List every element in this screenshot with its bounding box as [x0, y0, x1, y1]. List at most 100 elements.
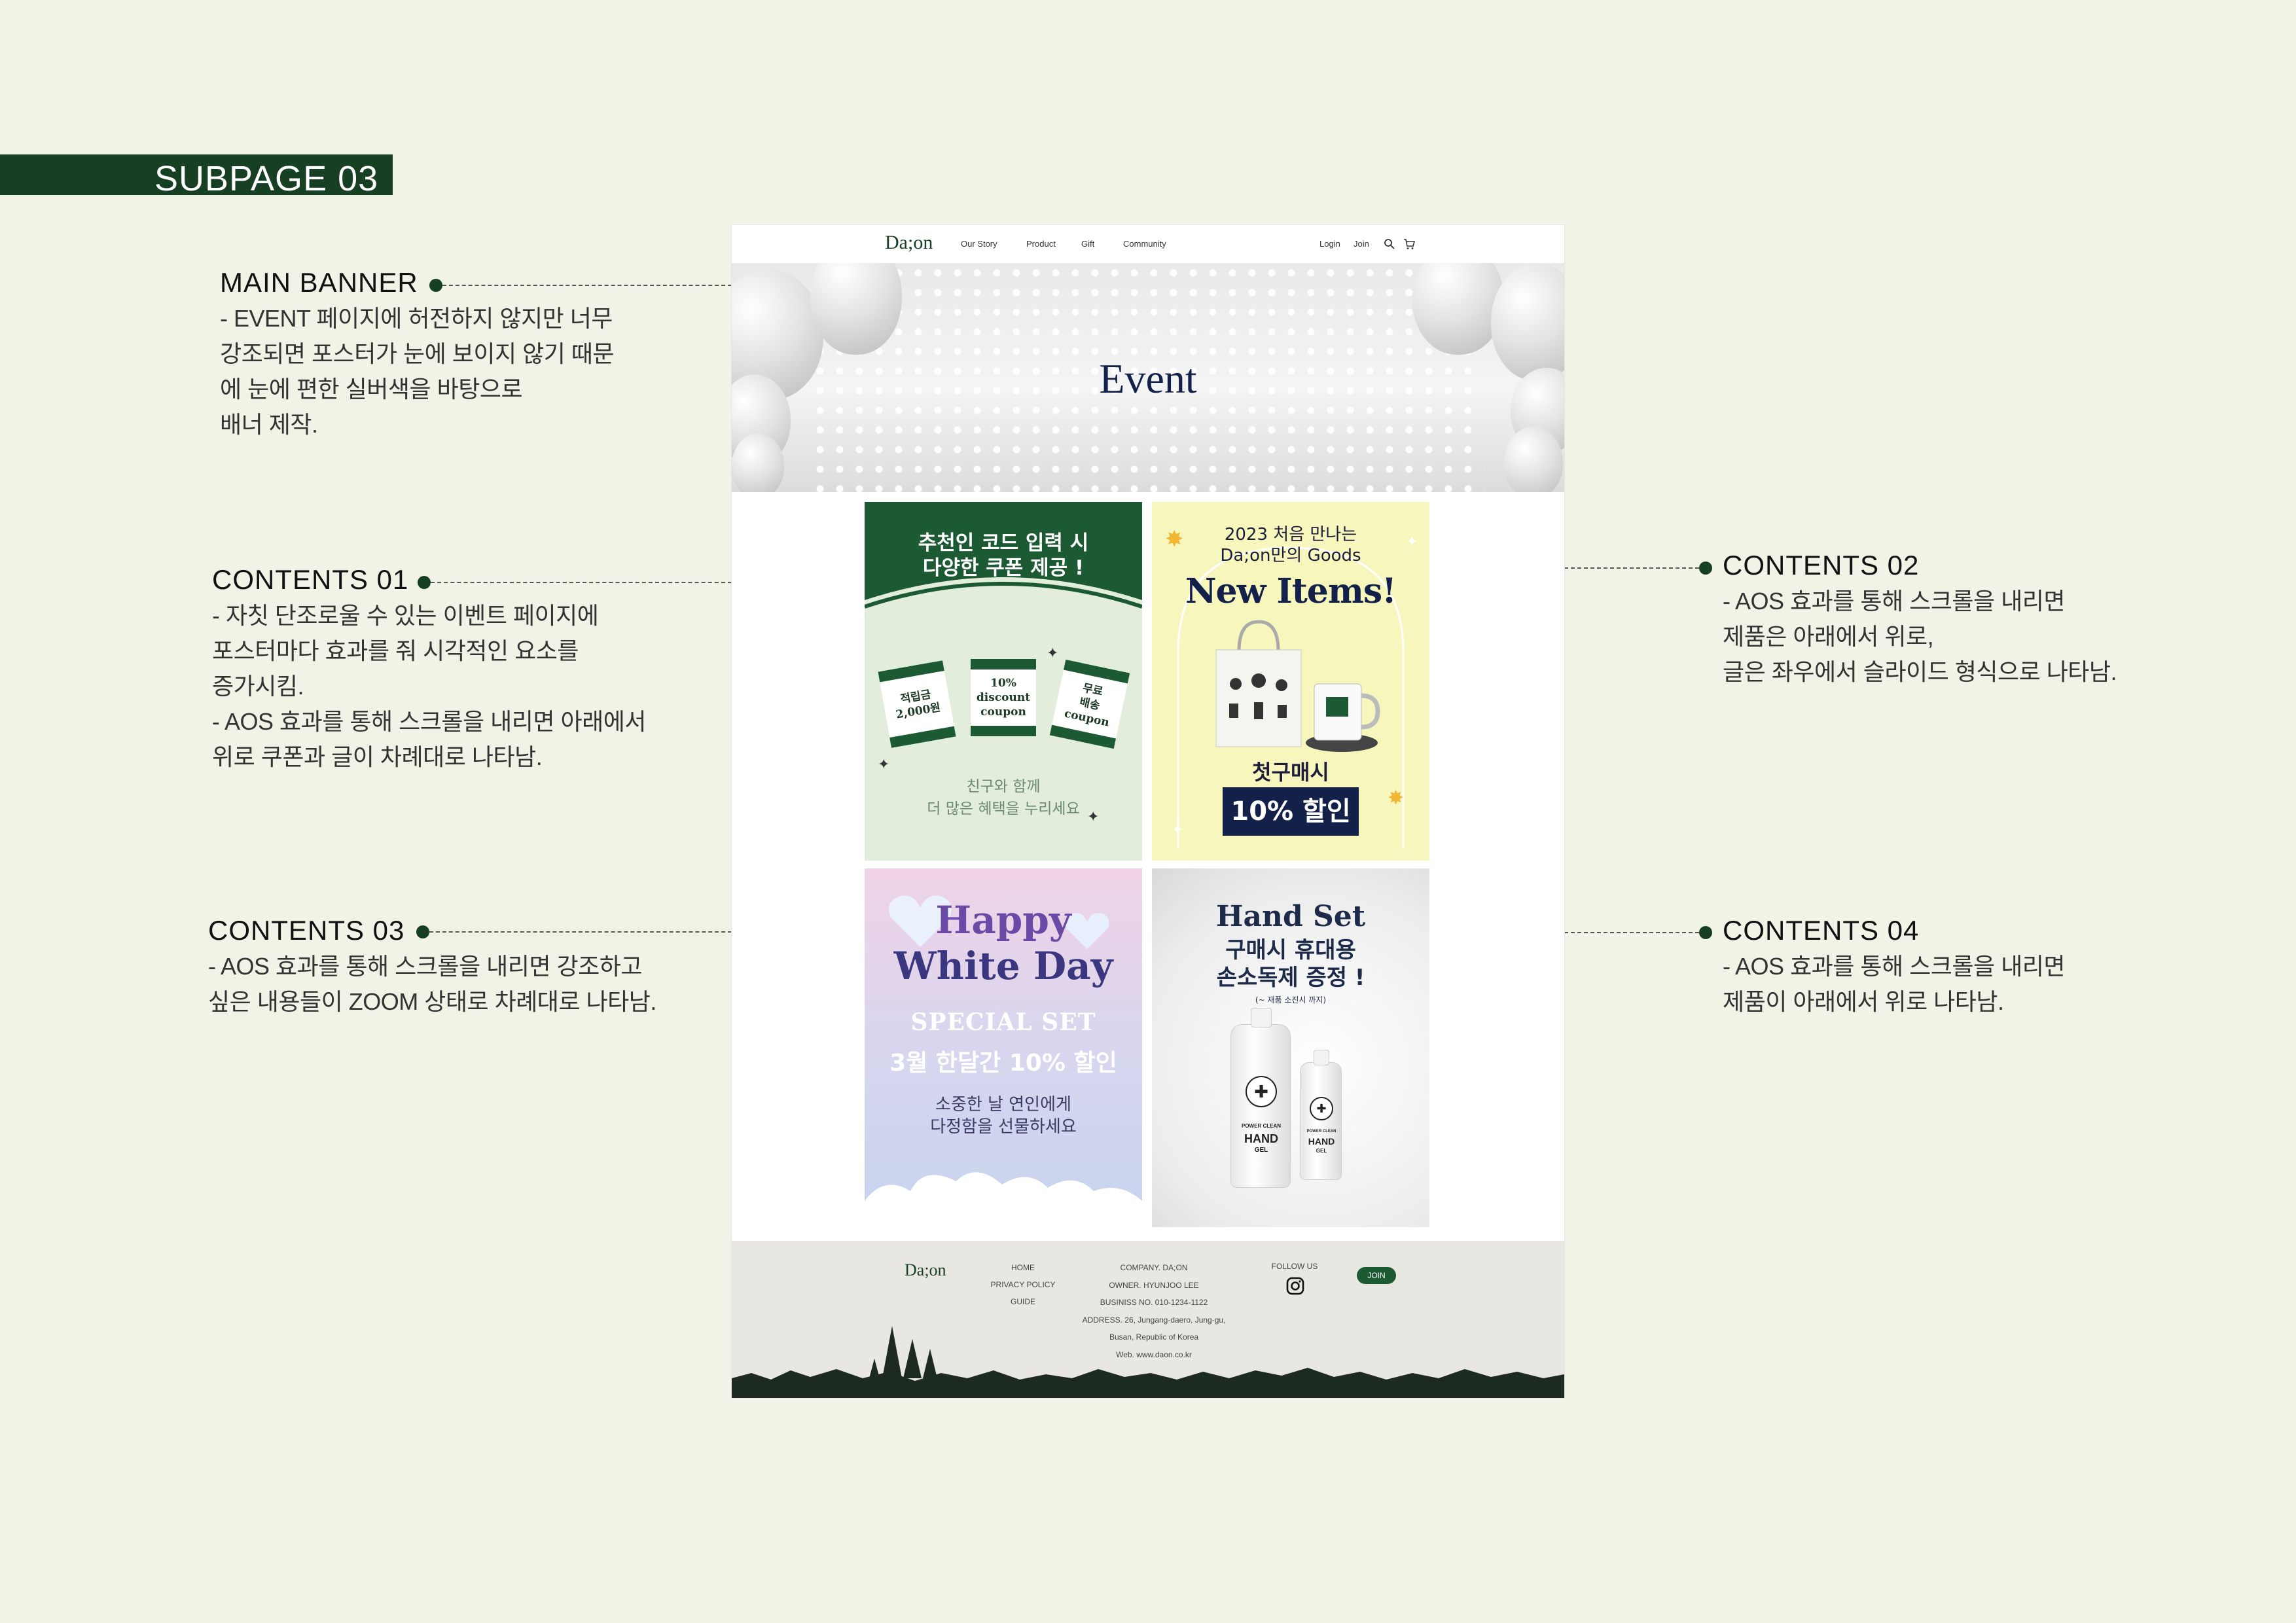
- footer-logo[interactable]: Da;on: [905, 1260, 946, 1280]
- bottle-label-brand: POWER CLEAN: [1306, 1130, 1336, 1133]
- poster-title: Happy White Day: [865, 897, 1142, 989]
- bottle-label-gel: GEL: [1254, 1147, 1268, 1154]
- subtitle-line: 2023 처음 만나는: [1224, 525, 1357, 544]
- nav-our-story[interactable]: Our Story: [961, 239, 997, 249]
- poster-headline: 추천인 코드 입력 시 다양한 쿠폰 제공 !: [865, 531, 1142, 580]
- poster-title: New Items!: [1185, 571, 1397, 611]
- footer-links: HOME PRIVACY POLICY GUIDE: [974, 1259, 1072, 1310]
- poster-title: Hand Set: [1215, 900, 1366, 933]
- annotation-contents-02: CONTENTS 02 - AOS 효과를 통해 스크롤을 내리면 제품은 아래…: [1723, 550, 2117, 690]
- instagram-icon[interactable]: [1285, 1276, 1305, 1296]
- tote-bag-image: [1215, 620, 1302, 747]
- poster-footer-text: 친구와 함께 더 많은 혜택을 누리세요: [865, 776, 1142, 820]
- title-line: Happy: [935, 898, 1071, 942]
- balloon-image: [732, 433, 784, 492]
- annotation-contents-04: CONTENTS 04 - AOS 효과를 통해 스크롤을 내리면 제품이 아래…: [1723, 915, 2065, 1020]
- annotation-line: 강조되면 포스터가 눈에 보이지 않기 때문: [220, 340, 615, 367]
- company-line: BUSINISS NO. 010-1234-1122: [1100, 1298, 1208, 1307]
- nav-product[interactable]: Product: [1026, 239, 1056, 249]
- site-logo[interactable]: Da;on: [885, 232, 933, 254]
- sparkle-icon: ✦: [1172, 821, 1184, 838]
- sparkle-icon: ✦: [1047, 645, 1059, 661]
- annotation-body: - AOS 효과를 통해 스크롤을 내리면 강조하고 싶은 내용들이 ZOOM …: [208, 949, 656, 1020]
- subpage-label: SUBPAGE 03: [154, 159, 379, 198]
- promo-text: 3월 한달간 10% 할인: [889, 1050, 1117, 1077]
- hand-gel-bottle-small: ✚ POWER CLEAN HAND GEL: [1300, 1050, 1342, 1180]
- top-nav: Da;on Our Story Product Gift Community L…: [732, 225, 1564, 263]
- annotation-line: - AOS 효과를 통해 스크롤을 내리면 아래에서: [212, 708, 646, 735]
- annotation-dot: [1699, 926, 1712, 939]
- special-set-label: SPECIAL SET: [910, 1008, 1096, 1036]
- sparkle-icon: ✸: [1388, 787, 1405, 809]
- footer-join-button[interactable]: JOIN: [1357, 1267, 1396, 1284]
- annotation-title: CONTENTS 02: [1723, 550, 1920, 580]
- cart-icon[interactable]: [1403, 238, 1415, 250]
- annotation-line: - 자칫 단조로울 수 있는 이벤트 페이지에: [212, 602, 599, 629]
- poster-subtitle: 2023 처음 만나는 Da;on만의 Goods: [1152, 524, 1429, 566]
- annotation-line: 포스터마다 효과를 줘 시각적인 요소를: [212, 637, 579, 664]
- mug-image: [1306, 683, 1380, 752]
- sparkle-icon: ✦: [1406, 533, 1418, 550]
- balloon-image: [1504, 427, 1563, 492]
- mountain-silhouette: [732, 1326, 1564, 1398]
- annotation-line: - EVENT 페이지에 허전하지 않지만 너무: [220, 305, 613, 332]
- coupon-points: 적립금 2,000원: [878, 660, 956, 748]
- search-icon[interactable]: [1384, 238, 1395, 250]
- annotation-leader-line: [431, 582, 732, 583]
- annotation-body: - 자칫 단조로울 수 있는 이벤트 페이지에 포스터마다 효과를 줘 시각적인…: [212, 598, 646, 775]
- annotation-line: 배너 제작.: [220, 411, 318, 438]
- discount-badge: 10% 할인: [1223, 787, 1359, 836]
- poster-caption: 첫구매시: [1252, 760, 1329, 785]
- poster-lines: 구매시 휴대용 손소독제 증정 !: [1152, 936, 1429, 991]
- hand-gel-bottle-large: ✚ POWER CLEAN HAND GEL: [1230, 1008, 1291, 1188]
- poster-line: 손소독제 증정 !: [1216, 965, 1365, 991]
- poster-referral-coupon[interactable]: 추천인 코드 입력 시 다양한 쿠폰 제공 ! 적립금 2,000원 10% d…: [865, 502, 1142, 861]
- subtitle-line: Da;on만의 Goods: [1220, 546, 1361, 565]
- annotation-title: CONTENTS 03: [208, 915, 405, 946]
- headline-line: 추천인 코드 입력 시: [918, 531, 1089, 555]
- annotation-line: 제품은 아래에서 위로,: [1723, 623, 1934, 650]
- cross-icon: ✚: [1310, 1097, 1333, 1120]
- annotation-title: CONTENTS 04: [1723, 915, 1920, 946]
- annotation-body: - EVENT 페이지에 허전하지 않지만 너무 강조되면 포스터가 눈에 보이…: [220, 301, 615, 442]
- annotation-line: 싶은 내용들이 ZOOM 상태로 차례대로 나타남.: [208, 988, 656, 1015]
- annotation-dot: [1699, 562, 1712, 575]
- site-footer: Da;on HOME PRIVACY POLICY GUIDE COMPANY.…: [732, 1241, 1564, 1398]
- poster-line: 구매시 휴대용: [1225, 937, 1356, 963]
- poster-new-items[interactable]: 2023 처음 만나는 Da;on만의 Goods New Items! 첫구매…: [1152, 502, 1429, 861]
- poster-white-day[interactable]: Happy White Day SPECIAL SET 3월 한달간 10% 할…: [865, 868, 1142, 1227]
- company-line: COMPANY. DA;ON: [1120, 1263, 1188, 1272]
- annotation-leader-line: [1564, 932, 1699, 933]
- footer-line: 친구와 함께: [966, 778, 1041, 795]
- sparkle-icon: ✦: [878, 756, 890, 772]
- annotation-body: - AOS 효과를 통해 스크롤을 내리면 제품은 아래에서 위로, 글은 좌우…: [1723, 584, 2117, 690]
- footer-link-privacy[interactable]: PRIVACY POLICY: [974, 1276, 1072, 1293]
- bottle-label-gel: GEL: [1316, 1148, 1327, 1154]
- bottle-label-brand: POWER CLEAN: [1242, 1123, 1281, 1129]
- annotation-leader-line: [442, 285, 732, 286]
- main-banner: Event: [732, 263, 1564, 492]
- footer-link-guide[interactable]: GUIDE: [974, 1293, 1072, 1310]
- nav-community[interactable]: Community: [1123, 239, 1166, 249]
- annotation-line: - AOS 효과를 통해 스크롤을 내리면: [1723, 953, 2065, 980]
- annotation-leader-line: [429, 931, 732, 933]
- cross-icon: ✚: [1246, 1076, 1277, 1107]
- annotation-dot: [418, 576, 431, 589]
- annotation-line: 위로 쿠폰과 글이 차례대로 나타남.: [212, 743, 543, 770]
- poster-hand-set[interactable]: Hand Set 구매시 휴대용 손소독제 증정 ! (~ 재품 소진시 까지)…: [1152, 868, 1429, 1227]
- annotation-line: - AOS 효과를 통해 스크롤을 내리면: [1723, 588, 2065, 615]
- title-line: White Day: [893, 944, 1113, 988]
- banner-title: Event: [1099, 355, 1197, 402]
- headline-line: 다양한 쿠폰 제공 !: [922, 556, 1085, 580]
- bottle-label-hand: HAND: [1244, 1132, 1278, 1145]
- site-mockup: Da;on Our Story Product Gift Community L…: [732, 225, 1564, 1398]
- annotation-line: 글은 좌우에서 슬라이드 형식으로 나타남.: [1723, 658, 2117, 685]
- nav-gift[interactable]: Gift: [1081, 239, 1094, 249]
- nav-login[interactable]: Login: [1319, 239, 1340, 249]
- footer-link-home[interactable]: HOME: [974, 1259, 1072, 1276]
- nav-join[interactable]: Join: [1354, 239, 1369, 249]
- annotation-dot: [416, 925, 429, 938]
- annotation-line: 증가시킴.: [212, 673, 304, 700]
- annotation-main-banner: MAIN BANNER - EVENT 페이지에 허전하지 않지만 너무 강조되…: [220, 267, 615, 442]
- poster-subtitle: 소중한 날 연인에게 다정함을 선물하세요: [865, 1094, 1142, 1138]
